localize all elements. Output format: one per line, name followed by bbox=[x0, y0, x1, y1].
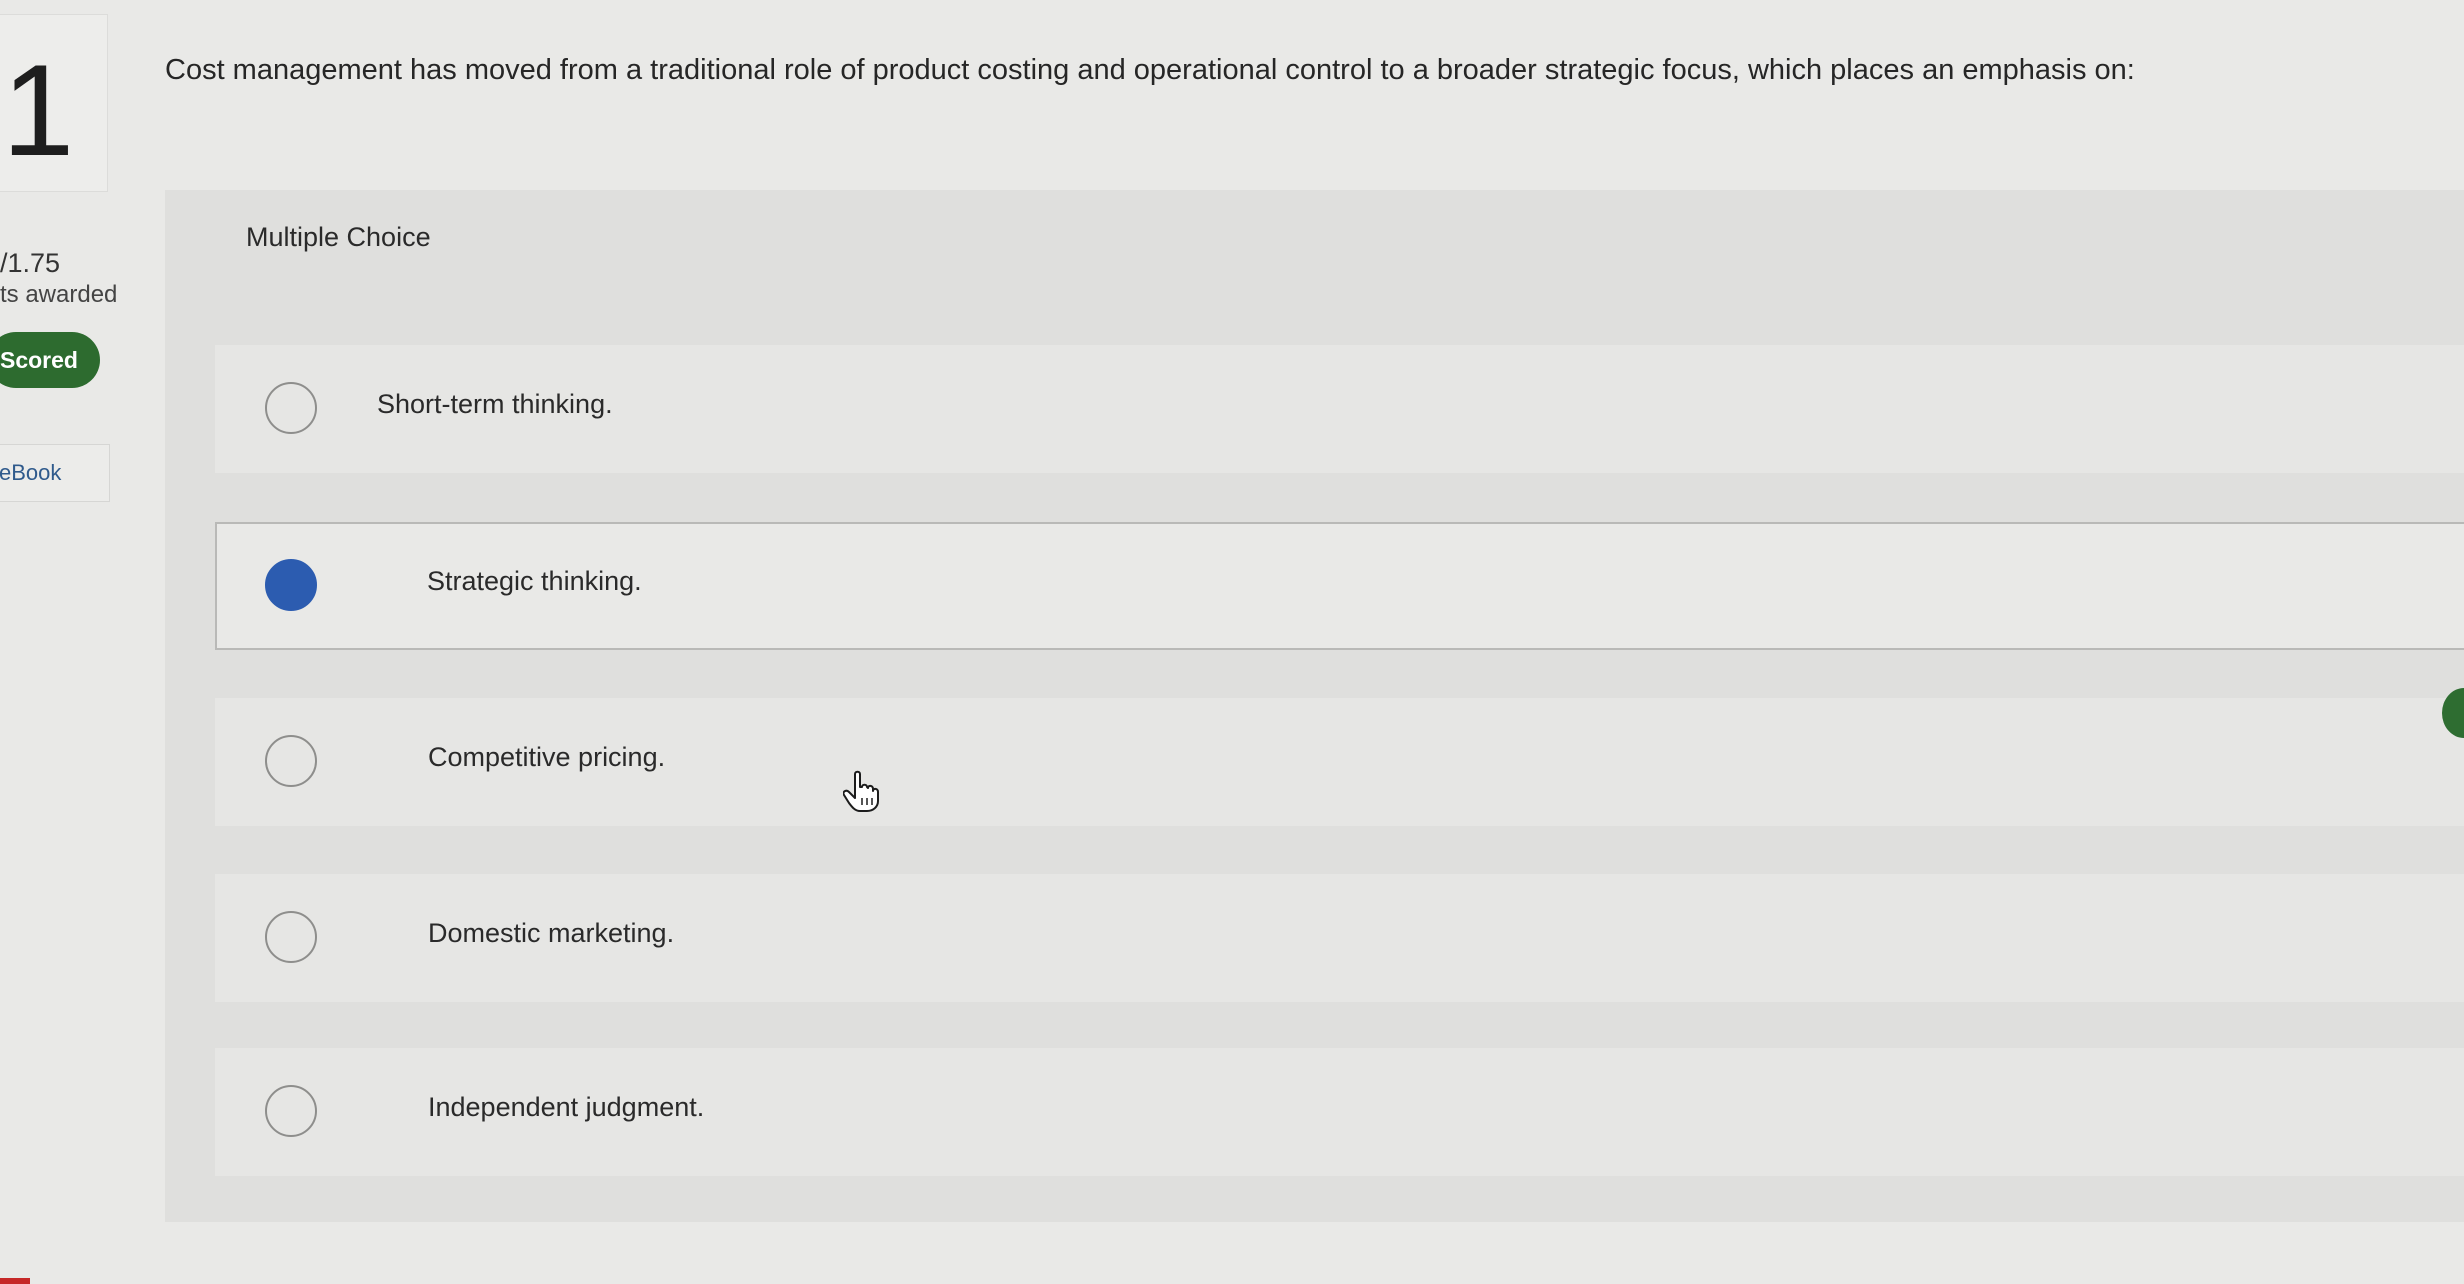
answer-option-label: Independent judgment. bbox=[428, 1092, 705, 1122]
answer-option[interactable]: Independent judgment. bbox=[215, 1048, 2464, 1176]
answer-option[interactable]: Short-term thinking. bbox=[215, 345, 2464, 473]
question-type-label: Multiple Choice bbox=[246, 222, 431, 252]
answer-option-label: Domestic marketing. bbox=[428, 918, 675, 948]
scored-badge: Scored bbox=[0, 332, 100, 388]
question-number-box: 1 bbox=[0, 14, 108, 192]
radio-button[interactable] bbox=[265, 382, 317, 434]
radio-button-checked[interactable] bbox=[265, 559, 317, 611]
question-number: 1 bbox=[2, 37, 75, 183]
answer-panel: Multiple Choice Short-term thinking. Str… bbox=[165, 190, 2464, 1222]
answer-option-label: Competitive pricing. bbox=[428, 742, 666, 772]
question-prompt: Cost management has moved from a traditi… bbox=[165, 54, 2135, 86]
answer-option-label: Short-term thinking. bbox=[377, 389, 613, 419]
answer-option[interactable]: Domestic marketing. bbox=[215, 874, 2464, 1002]
answer-option[interactable]: Competitive pricing. bbox=[215, 698, 2464, 826]
radio-button[interactable] bbox=[265, 911, 317, 963]
points-awarded-label: ts awarded bbox=[0, 281, 118, 308]
radio-button[interactable] bbox=[265, 1085, 317, 1137]
hand-pointer-icon bbox=[843, 770, 879, 812]
ebook-button[interactable]: eBook bbox=[0, 444, 110, 502]
points-value: /1.75 bbox=[0, 248, 61, 278]
answer-option-selected[interactable]: Strategic thinking. bbox=[215, 522, 2464, 650]
accent-mark bbox=[0, 1278, 30, 1284]
answer-option-label: Strategic thinking. bbox=[427, 566, 642, 596]
radio-button[interactable] bbox=[265, 735, 317, 787]
